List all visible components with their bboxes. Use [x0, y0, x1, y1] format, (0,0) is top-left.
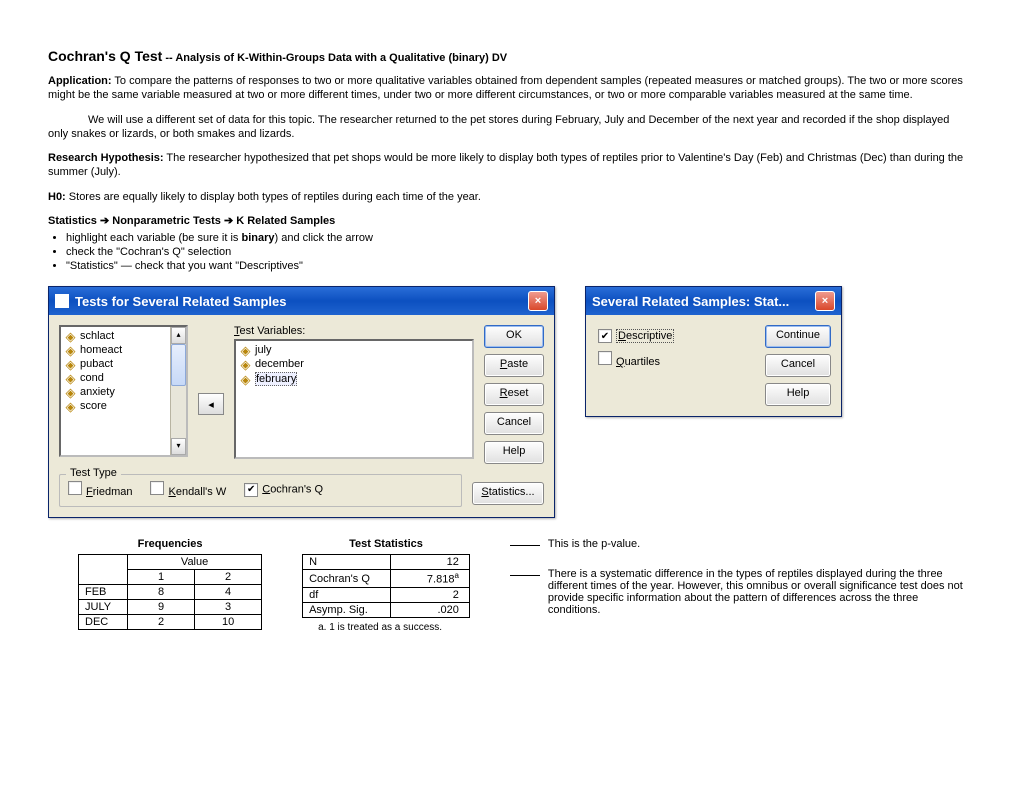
list-item: pubact — [65, 357, 166, 371]
scroll-thumb[interactable] — [171, 344, 186, 386]
cochrans-q-checkbox[interactable]: ✔Cochran's Q — [244, 483, 323, 497]
doc-heading: Cochran's Q Test -- Analysis of K-Within… — [48, 48, 972, 64]
annotation-explanation: There is a systematic difference in the … — [548, 568, 972, 616]
variable-icon — [65, 359, 76, 370]
cancel-button[interactable]: Cancel — [484, 412, 544, 435]
bullet-3: "Statistics" — check that you want "Desc… — [66, 260, 972, 272]
scroll-up-icon[interactable]: ▴ — [171, 327, 186, 344]
table-row: DEC210 — [79, 615, 262, 630]
variable-icon — [65, 373, 76, 384]
title: Cochran's Q Test — [48, 48, 162, 64]
application-text: To compare the patterns of responses to … — [48, 75, 963, 101]
variable-icon — [240, 374, 251, 385]
h0-para: H0: Stores are equally likely to display… — [48, 190, 972, 204]
move-left-button[interactable]: ◂ — [198, 393, 224, 415]
scrollbar[interactable]: ▴ ▾ — [170, 327, 186, 455]
test-type-group: Test Type Friedman Kendall's W ✔Cochran'… — [59, 474, 462, 507]
titlebar[interactable]: Several Related Samples: Stat... × — [586, 287, 841, 315]
list-item: july — [240, 343, 468, 357]
ok-button[interactable]: OK — [484, 325, 544, 348]
test-variable-list[interactable]: july december february — [234, 339, 474, 459]
rh-text: The researcher hypothesized that pet sho… — [48, 152, 963, 178]
intro-para: We will use a different set of data for … — [48, 113, 972, 142]
application-label: Application: — [48, 75, 112, 87]
subtitle: -- Analysis of K-Within-Groups Data with… — [165, 52, 507, 64]
titlebar[interactable]: Tests for Several Related Samples × — [49, 287, 554, 315]
table-row: FEB84 — [79, 585, 262, 600]
arrow-icon: ➔ — [224, 215, 236, 227]
help-button[interactable]: Help — [484, 441, 544, 464]
menu-path: Statistics ➔ Nonparametric Tests ➔ K Rel… — [48, 214, 972, 228]
h0-label: H0: — [48, 191, 66, 203]
scroll-down-icon[interactable]: ▾ — [171, 438, 186, 455]
dialog-tests-related-samples: Tests for Several Related Samples × schl… — [48, 286, 555, 518]
annotation-pvalue: This is the p-value. — [548, 538, 972, 550]
table-row: N12 — [303, 555, 470, 570]
application-para: Application: To compare the patterns of … — [48, 74, 972, 103]
arrow-icon: ➔ — [100, 215, 112, 227]
table-row: Cochran's Q7.818a — [303, 570, 470, 588]
cancel-button[interactable]: Cancel — [765, 354, 831, 377]
descriptive-checkbox[interactable]: ✔Descriptive — [598, 329, 753, 343]
leader-line — [510, 545, 540, 546]
friedman-checkbox[interactable]: Friedman — [68, 481, 132, 498]
frequencies-table: Frequencies Value 1 2 FEB84 JULY93 DEC21… — [78, 538, 262, 630]
variable-icon — [65, 331, 76, 342]
kendalls-w-checkbox[interactable]: Kendall's W — [150, 481, 226, 498]
quartiles-checkbox[interactable]: Quartiles — [598, 351, 753, 368]
list-item: score — [65, 399, 166, 413]
dialog-statistics: Several Related Samples: Stat... × ✔Desc… — [585, 286, 842, 417]
paste-button[interactable]: Paste — [484, 354, 544, 377]
variable-icon — [240, 359, 251, 370]
table-row: df2 — [303, 588, 470, 603]
annotations: This is the p-value. There is a systemat… — [510, 538, 972, 634]
instruction-bullets: highlight each variable (be sure it is b… — [48, 232, 972, 272]
table-row: Asymp. Sig..020 — [303, 603, 470, 618]
test-variables-label: Test Variables: — [234, 325, 474, 337]
leader-line — [510, 575, 540, 576]
list-item: anxiety — [65, 385, 166, 399]
footnote: a. 1 is treated as a success. — [302, 622, 470, 633]
table-row: JULY93 — [79, 600, 262, 615]
rh-label: Research Hypothesis: — [48, 152, 164, 164]
variable-icon — [240, 345, 251, 356]
list-item: february — [240, 371, 468, 387]
help-button[interactable]: Help — [765, 383, 831, 406]
close-icon[interactable]: × — [528, 291, 548, 311]
list-item: schlact — [65, 329, 166, 343]
source-variable-list[interactable]: schlact homeact pubact cond anxiety scor… — [59, 325, 188, 457]
reset-button[interactable]: Reset — [484, 383, 544, 406]
statistics-button[interactable]: Statistics... — [472, 482, 544, 505]
list-item: homeact — [65, 343, 166, 357]
app-icon — [55, 294, 69, 308]
triangle-left-icon: ◂ — [208, 398, 214, 411]
close-icon[interactable]: × — [815, 291, 835, 311]
research-hypothesis-para: Research Hypothesis: The researcher hypo… — [48, 151, 972, 180]
test-statistics-table: Test Statistics N12 Cochran's Q7.818a df… — [302, 538, 470, 633]
h0-text: Stores are equally likely to display bot… — [69, 191, 481, 203]
bullet-1: highlight each variable (be sure it is b… — [66, 232, 972, 244]
variable-icon — [65, 345, 76, 356]
list-item: cond — [65, 371, 166, 385]
list-item: december — [240, 357, 468, 371]
bullet-2: check the "Cochran's Q" selection — [66, 246, 972, 258]
continue-button[interactable]: Continue — [765, 325, 831, 348]
variable-icon — [65, 387, 76, 398]
variable-icon — [65, 401, 76, 412]
